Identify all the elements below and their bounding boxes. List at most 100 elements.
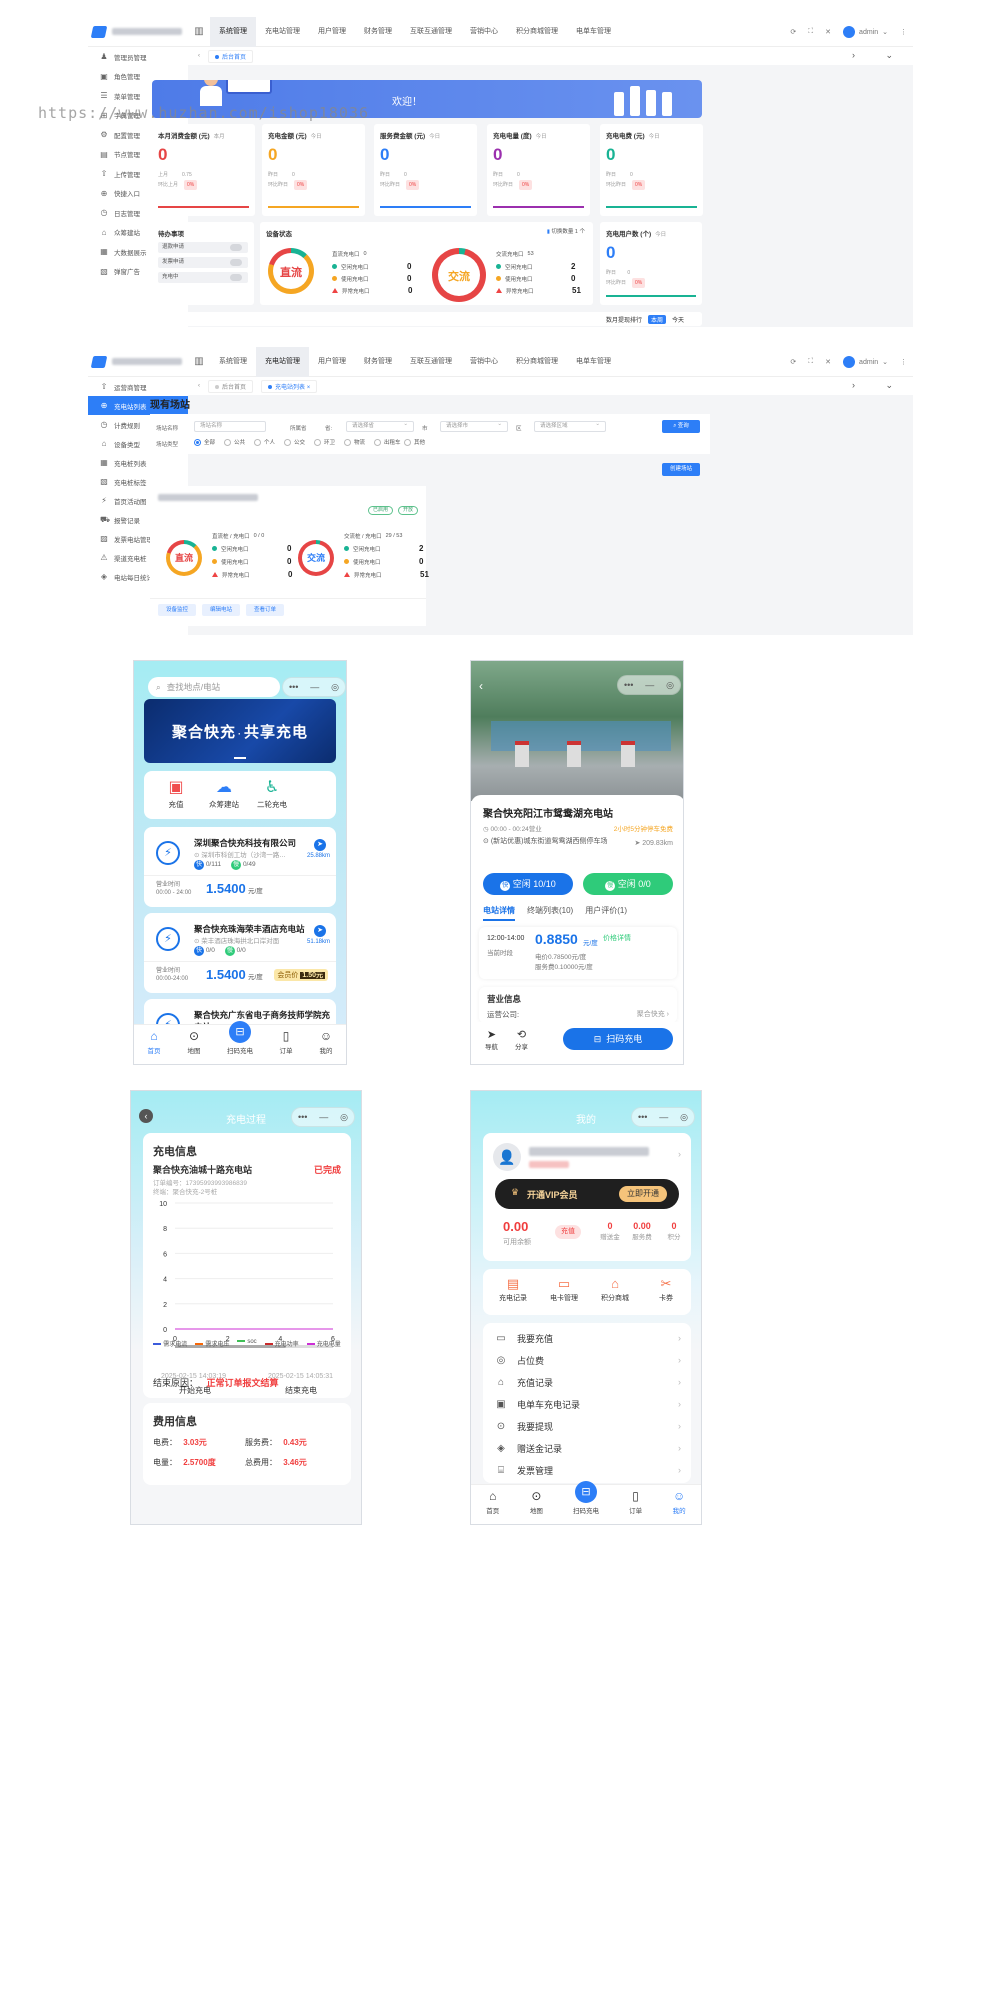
refresh-icon[interactable]: ⟳: [790, 358, 796, 366]
menu-toggle-icon[interactable]: ▥: [188, 356, 210, 367]
quick-action-1[interactable]: ☁ 众筹建站: [204, 777, 244, 810]
feature-3[interactable]: ✂ 卡券: [642, 1275, 690, 1303]
nav-tab-3[interactable]: 财务管理: [355, 17, 401, 47]
more-icon[interactable]: ⋮: [900, 358, 907, 366]
city-select[interactable]: 请选择市: [440, 420, 508, 432]
station-action-button-1[interactable]: 编辑电站: [202, 604, 240, 616]
tab-1[interactable]: ⊙ 地图: [187, 1029, 201, 1055]
station-action-button-2[interactable]: 查看订单: [246, 604, 284, 616]
crumb-prev-icon[interactable]: ‹: [198, 383, 200, 389]
station-distance[interactable]: ➤ 209.83km: [634, 839, 673, 847]
nav-tab-5[interactable]: 营销中心: [461, 17, 507, 47]
type-radio-3[interactable]: 公交: [284, 438, 305, 446]
account-stat-2[interactable]: 0 积分: [659, 1221, 689, 1241]
legend-item-3[interactable]: 充电功率: [264, 1339, 299, 1348]
fullscreen-icon[interactable]: ⛶: [808, 28, 813, 36]
nav-tab-4[interactable]: 互联互通管理: [401, 347, 461, 377]
tab-2[interactable]: ⊟ 扫码充电: [227, 1021, 253, 1055]
crumb-nav-icons[interactable]: › ⌄: [852, 380, 907, 391]
expand-icon[interactable]: ✕: [825, 358, 831, 366]
quick-action-2[interactable]: ♿ 二轮充电: [252, 777, 292, 810]
feature-2[interactable]: ⌂ 积分商城: [591, 1275, 639, 1303]
search-input[interactable]: ⌕ 查找地点/电站: [148, 677, 280, 697]
navigate-button[interactable]: ➤ 导航: [485, 1028, 498, 1051]
crumb-prev-icon[interactable]: ‹: [198, 53, 200, 59]
mini-program-capsule[interactable]: ••• — ◎: [282, 677, 346, 697]
sidebar-item-0[interactable]: ♟ 管理员管理: [88, 47, 188, 67]
menu-item-0[interactable]: ▭ 我要充值 ›: [483, 1327, 691, 1349]
nav-tab-1[interactable]: 充电站管理: [256, 17, 309, 47]
crumb-nav-icons[interactable]: › ⌄: [852, 50, 907, 61]
refresh-icon[interactable]: ⟳: [790, 28, 796, 36]
operator-value[interactable]: 聚合快充 ›: [637, 1009, 669, 1019]
todo-item-2[interactable]: 充电中: [158, 272, 248, 283]
tab-1[interactable]: ⊙ 地图: [529, 1489, 543, 1515]
mini-program-capsule[interactable]: ••• — ◎: [617, 675, 681, 695]
nav-tab-4[interactable]: 互联互通管理: [401, 17, 461, 47]
price-detail-link[interactable]: 价格详情: [603, 933, 631, 943]
account-stat-0[interactable]: 0 赠送金: [595, 1221, 625, 1241]
user-menu[interactable]: admin ⌄: [843, 356, 888, 368]
quick-action-0[interactable]: ▣ 充值: [156, 777, 196, 810]
fast-charger-button[interactable]: 快 空闲 10/10: [483, 873, 573, 895]
legend-item-1[interactable]: 需求电压: [195, 1339, 229, 1348]
profile-chevron-icon[interactable]: ›: [678, 1149, 681, 1159]
nav-tab-5[interactable]: 营销中心: [461, 347, 507, 377]
detail-tab-2[interactable]: 用户评价(1): [585, 905, 627, 921]
device-switch[interactable]: ▮ 切换数量 1 个: [547, 227, 585, 235]
fullscreen-icon[interactable]: ⛶: [808, 358, 813, 366]
menu-item-6[interactable]: ⌸ 发票管理 ›: [483, 1459, 691, 1481]
type-radio-4[interactable]: 环卫: [314, 438, 335, 446]
slow-charger-button[interactable]: 慢 空闲 0/0: [583, 873, 673, 895]
tab-4[interactable]: ☺ 我的: [319, 1029, 333, 1055]
type-radio-7[interactable]: 其他: [404, 438, 425, 446]
province-select[interactable]: 请选择省: [346, 420, 414, 432]
account-stat-1[interactable]: 0.00 服务费: [627, 1221, 657, 1241]
mini-program-capsule[interactable]: ••• — ◎: [631, 1107, 695, 1127]
type-radio-6[interactable]: 出租车: [374, 438, 401, 446]
tab-2[interactable]: ⊟ 扫码充电: [573, 1481, 599, 1515]
feature-0[interactable]: ▤ 充电记录: [489, 1275, 537, 1303]
menu-item-5[interactable]: ◈ 赠送金记录 ›: [483, 1437, 691, 1459]
tab-3[interactable]: ▯ 订单: [629, 1489, 643, 1515]
station-list-item[interactable]: ⚡ 深圳聚合快充科技有限公司 ⊙ 深圳市科创工坊（沙湾一路… ➤ 25.88km …: [144, 827, 336, 907]
nav-tab-6[interactable]: 积分商城管理: [507, 17, 567, 47]
scan-charge-button[interactable]: ⊟ 扫码充电: [563, 1028, 673, 1050]
type-radio-1[interactable]: 公共: [224, 438, 245, 446]
share-button[interactable]: ⟲ 分享: [515, 1028, 528, 1051]
recharge-button[interactable]: 充值: [555, 1225, 581, 1239]
detail-tab-0[interactable]: 电站详情: [483, 905, 515, 921]
feature-1[interactable]: ▭ 电卡管理: [540, 1275, 588, 1303]
tab-4[interactable]: ☺ 我的: [672, 1489, 686, 1515]
menu-toggle-icon[interactable]: ▥: [188, 26, 210, 37]
crumb-station-list[interactable]: 充电站列表 ×: [261, 379, 318, 393]
station-name-input[interactable]: 场站名称: [194, 421, 266, 432]
todo-item-0[interactable]: 退款申请: [158, 242, 248, 253]
expand-icon[interactable]: ✕: [825, 28, 831, 36]
tab-0[interactable]: ⌂ 首页: [147, 1029, 161, 1055]
nav-tab-7[interactable]: 电单车管理: [567, 17, 620, 47]
vip-open-button[interactable]: 立即开通: [619, 1186, 667, 1202]
detail-tab-1[interactable]: 终端列表(10): [527, 905, 573, 921]
type-radio-2[interactable]: 个人: [254, 438, 275, 446]
tab-0[interactable]: ⌂ 首页: [486, 1489, 500, 1515]
legend-item-2[interactable]: soc: [237, 1339, 257, 1348]
create-station-button[interactable]: 创建场站: [662, 463, 700, 476]
nav-tab-2[interactable]: 用户管理: [309, 347, 355, 377]
crumb-home[interactable]: 后台首页: [208, 379, 254, 393]
back-icon[interactable]: ‹: [479, 679, 483, 693]
sidebar-item-0[interactable]: ⇧ 运营商管理: [88, 377, 188, 396]
user-menu[interactable]: admin ⌄: [843, 26, 888, 38]
nav-tab-0[interactable]: 系统管理: [210, 347, 256, 377]
more-icon[interactable]: ⋮: [900, 28, 907, 36]
district-select[interactable]: 请选择区域: [534, 420, 606, 432]
crumb-home[interactable]: 后台首页: [208, 49, 254, 63]
menu-item-2[interactable]: ⌂ 充值记录 ›: [483, 1371, 691, 1393]
sidebar-item-4[interactable]: ▦ 充电桩列表: [88, 453, 188, 472]
menu-item-1[interactable]: ◎ 占位费 ›: [483, 1349, 691, 1371]
tab-3[interactable]: ▯ 订单: [279, 1029, 293, 1055]
station-list-item[interactable]: ⚡ 聚合快充珠海荣丰酒店充电站 ⊙ 荣丰酒店珠海拱北口岸对面 ➤ 51.18km …: [144, 913, 336, 993]
legend-item-0[interactable]: 需求电流: [153, 1339, 187, 1348]
nav-tab-2[interactable]: 用户管理: [309, 17, 355, 47]
tab-today[interactable]: 今天: [672, 315, 684, 324]
